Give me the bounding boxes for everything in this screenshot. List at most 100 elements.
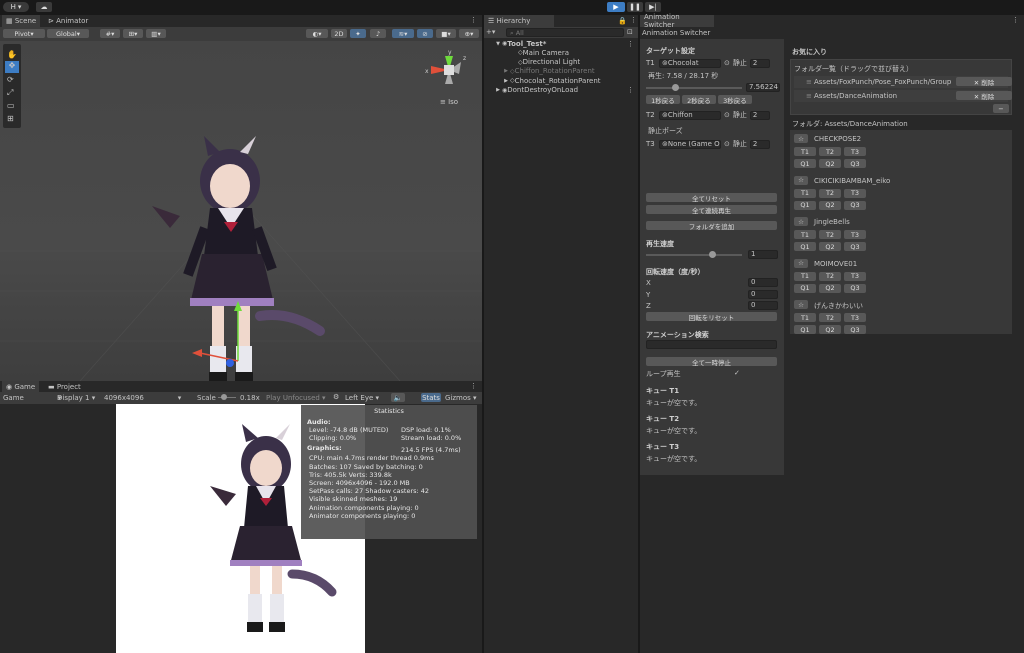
rot-z-field[interactable]: 0 [748, 301, 778, 310]
queue-q2-button[interactable]: Q2 [819, 283, 841, 293]
transform-tool-icon[interactable]: ⊞ [7, 114, 14, 123]
queue-q1-button[interactable]: Q1 [794, 159, 816, 168]
scale-tool-icon[interactable]: ⤢ [7, 88, 13, 98]
back-2s-button[interactable]: 2秒戻る [682, 95, 716, 104]
assign-t2-button[interactable]: T2 [819, 188, 841, 198]
animation-search-input[interactable] [646, 340, 777, 349]
loop-checkbox[interactable]: ✓ [734, 369, 740, 377]
scene-viewport[interactable]: y x z ≡ Iso ✋ ✥ ⟳ ⤢ ▭ ⊞ [0, 41, 482, 381]
orientation-gizmo[interactable]: y x z [425, 46, 475, 96]
t2-number-field[interactable]: 2 [749, 110, 770, 120]
assign-t3-button[interactable]: T3 [844, 313, 866, 322]
step-button[interactable]: ▶| [645, 2, 661, 12]
favorite-star-button[interactable]: ☆ [794, 175, 808, 185]
more-icon[interactable]: ⋮ [627, 86, 634, 94]
slider-handle[interactable] [709, 251, 716, 258]
back-1s-button[interactable]: 1秒戻る [646, 95, 680, 104]
hierarchy-item[interactable]: ▶ ◇ Chiffon_RotationParent [484, 67, 638, 76]
mute-button[interactable]: 🔈 [391, 393, 405, 402]
assign-t1-button[interactable]: T1 [794, 147, 816, 156]
speed-slider[interactable] [646, 251, 742, 258]
queue-q2-button[interactable]: Q2 [819, 159, 841, 168]
assign-t1-button[interactable]: T1 [794, 188, 816, 198]
favorite-star-button[interactable]: ☆ [794, 258, 808, 268]
assign-t1-button[interactable]: T1 [794, 230, 816, 239]
scale-slider[interactable] [218, 394, 236, 400]
gizmos-dropdown[interactable]: Gizmos ▾ [445, 394, 477, 402]
resolution-dropdown[interactable]: 4096x4096 ▾ [104, 394, 181, 402]
drag-handle-icon[interactable]: ≡ [806, 78, 812, 86]
queue-q3-button[interactable]: Q3 [844, 325, 866, 334]
play-button[interactable]: ▶ [607, 2, 625, 12]
t1-number-field[interactable]: 2 [749, 58, 770, 68]
queue-q2-button[interactable]: Q2 [819, 242, 841, 251]
hierarchy-search-input[interactable]: ⌕ All [506, 28, 624, 37]
play-all-button[interactable]: 全て連続再生 [646, 205, 777, 214]
assign-t1-button[interactable]: T1 [794, 271, 816, 281]
reset-all-button[interactable]: 全てリセット [646, 193, 777, 202]
stats-button[interactable]: Stats [421, 393, 441, 402]
speed-value-field[interactable]: 1 [748, 250, 778, 259]
assign-t3-button[interactable]: T3 [844, 147, 866, 156]
audio-toggle[interactable]: ♪ [370, 29, 386, 38]
cloud-button[interactable]: ☁ [36, 2, 52, 12]
more-icon[interactable]: ⋮ [470, 16, 477, 24]
target-icon[interactable]: ⊙ [724, 59, 730, 67]
remove-folder-1-button[interactable]: ✕ 削除 [956, 77, 1012, 86]
hierarchy-options-icon[interactable]: ⊡ [627, 28, 633, 36]
expand-arrow-icon[interactable]: ▶ [484, 68, 510, 74]
hierarchy-item[interactable]: ▼ ◉ Tool_Test* ⋮ [484, 39, 638, 48]
gizmos-button[interactable]: ⊕▾ [459, 29, 479, 38]
ruler-button[interactable]: ▥▾ [146, 29, 166, 38]
expand-arrow-icon[interactable]: ▶ [484, 78, 510, 84]
game-view-dropdown[interactable]: Game ▾ [3, 394, 61, 402]
add-object-button[interactable]: +▾ [486, 28, 495, 36]
assign-t2-button[interactable]: T2 [819, 147, 841, 156]
assign-t2-button[interactable]: T2 [819, 313, 841, 322]
tab-game[interactable]: ◉ Game [2, 381, 40, 392]
queue-q1-button[interactable]: Q1 [794, 200, 816, 210]
queue-q3-button[interactable]: Q3 [844, 159, 866, 168]
account-button[interactable]: H ▾ [3, 2, 29, 12]
pause-button[interactable]: ❚❚ [627, 2, 643, 12]
tab-project[interactable]: ▬ Project [44, 381, 85, 392]
draw-mode-button[interactable]: ◐▾ [306, 29, 328, 38]
assign-t2-button[interactable]: T2 [819, 230, 841, 239]
hierarchy-item[interactable]: ▶ ◉ DontDestroyOnLoad ⋮ [484, 86, 638, 95]
global-dropdown[interactable]: Global ▾ [47, 29, 89, 38]
playback-value-field[interactable]: 7.56224 [746, 83, 780, 92]
queue-q3-button[interactable]: Q3 [844, 200, 866, 210]
queue-q3-button[interactable]: Q3 [844, 242, 866, 251]
hierarchy-item[interactable]: ◇ Directional Light [484, 58, 638, 67]
pivot-dropdown[interactable]: Pivot ▾ [3, 29, 45, 38]
favorite-star-button[interactable]: ☆ [794, 217, 808, 226]
favorite-star-button[interactable]: ☆ [794, 134, 808, 143]
snap-increment-button[interactable]: ⊞▾ [123, 29, 143, 38]
more-icon[interactable]: ⋮ [627, 40, 634, 48]
tab-scene[interactable]: ▦ Scene [2, 15, 41, 27]
slider-handle[interactable] [672, 84, 679, 91]
queue-q1-button[interactable]: Q1 [794, 325, 816, 334]
tab-hierarchy[interactable]: ☰ Hierarchy [484, 15, 554, 27]
remove-list-item-button[interactable]: − [993, 104, 1009, 113]
move-gizmo[interactable] [190, 301, 270, 381]
add-folder-button[interactable]: フォルダを追加 [646, 221, 777, 230]
hidden-toggle[interactable]: ⊘ [417, 29, 433, 38]
rot-y-field[interactable]: 0 [748, 290, 778, 299]
effects-button[interactable]: ≋▾ [392, 29, 414, 38]
target-icon[interactable]: ⊙ [724, 140, 730, 148]
pause-all-button[interactable]: 全て一時停止 [646, 357, 777, 366]
eye-dropdown[interactable]: Left Eye ▾ [345, 394, 379, 402]
hand-tool-icon[interactable]: ✋ [7, 50, 17, 59]
assign-t2-button[interactable]: T2 [819, 271, 841, 281]
assign-t3-button[interactable]: T3 [844, 188, 866, 198]
display-dropdown[interactable]: Display 1 ▾ [57, 394, 95, 402]
more-icon[interactable]: ⋮ [630, 16, 637, 24]
vr-icon[interactable]: ⚙ [333, 393, 339, 401]
camera-button[interactable]: ■▾ [436, 29, 456, 38]
queue-q3-button[interactable]: Q3 [844, 283, 866, 293]
reset-rotation-button[interactable]: 回転をリセット [646, 312, 777, 321]
remove-folder-2-button[interactable]: ✕ 削除 [956, 91, 1012, 100]
t2-object-field[interactable]: ⊚Chiffon [659, 110, 721, 120]
t1-object-field[interactable]: ⊚Chocolat [659, 58, 721, 68]
